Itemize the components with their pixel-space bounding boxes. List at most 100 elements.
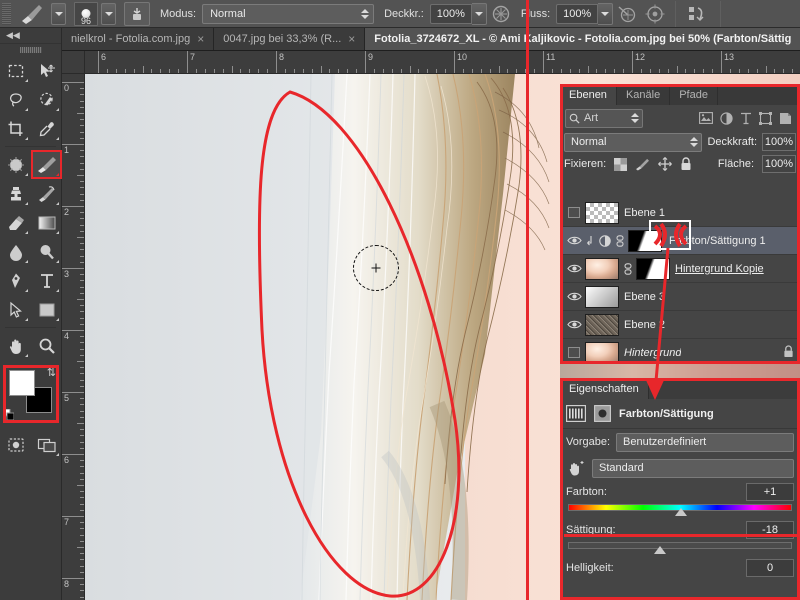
layer-mask-thumbnail[interactable] <box>628 229 662 252</box>
ruler-v-minor-tick <box>80 491 84 493</box>
saturation-slider-track[interactable] <box>568 541 792 555</box>
brush-size-preview[interactable]: 96 <box>74 1 98 26</box>
table-row[interactable]: Ebene 2 <box>560 311 800 339</box>
tab-ebenen[interactable]: Ebenen <box>560 85 617 105</box>
options-bar-grip[interactable] <box>2 2 11 25</box>
preset-select[interactable]: Benutzerdefiniert <box>616 432 794 452</box>
tab-pfade[interactable]: Pfade <box>670 85 718 105</box>
rectangle-tool[interactable] <box>31 295 62 324</box>
fill-input[interactable]: 100% <box>762 155 796 173</box>
layer-thumbnail[interactable] <box>585 285 619 308</box>
lightness-value-input[interactable]: 0 <box>746 559 794 577</box>
layer-thumbnail[interactable] <box>585 257 619 280</box>
flow-slider-dropdown[interactable] <box>598 2 614 25</box>
hue-slider-knob[interactable] <box>675 508 688 516</box>
document-tab-1[interactable]: 0047.jpg bei 33,3% (R... × <box>214 28 366 50</box>
symmetry-icon[interactable] <box>685 3 711 25</box>
history-brush-tool[interactable] <box>31 179 62 208</box>
layer-visibility-toggle[interactable] <box>563 235 585 246</box>
layer-visibility-toggle[interactable] <box>563 263 585 274</box>
gradient-tool[interactable] <box>31 208 62 237</box>
document-tab-0[interactable]: nielkrol - Fotolia.com.jpg × <box>62 28 215 50</box>
table-row[interactable]: Hintergrund Kopie <box>560 255 800 283</box>
brush-preset-dropdown[interactable] <box>51 2 66 25</box>
path-selection-tool[interactable] <box>0 295 31 324</box>
pressure-opacity-icon[interactable] <box>490 3 512 25</box>
mask-icon[interactable] <box>594 405 611 422</box>
eraser-tool[interactable] <box>0 208 31 237</box>
blur-tool[interactable] <box>0 237 31 266</box>
layer-visibility-toggle[interactable] <box>563 291 585 302</box>
zoom-tool[interactable] <box>31 331 62 360</box>
blend-mode-select[interactable]: Normal <box>202 3 375 24</box>
layer-thumbnail[interactable] <box>585 341 619 364</box>
layer-filter-select[interactable]: Art <box>565 108 643 128</box>
table-row[interactable]: Hintergrund <box>560 339 800 367</box>
opacity-input[interactable]: 100% <box>429 3 472 24</box>
lock-image-pixels-icon[interactable] <box>635 158 650 171</box>
table-row[interactable]: Farbton/Sättigung 1 <box>560 227 800 255</box>
table-row[interactable]: Ebene 3 <box>560 283 800 311</box>
close-icon[interactable]: × <box>348 33 355 45</box>
layer-visibility-toggle[interactable] <box>563 207 585 218</box>
hand-tool[interactable] <box>0 331 31 360</box>
layers-blend-mode-select[interactable]: Normal <box>564 132 703 152</box>
clone-stamp-tool[interactable] <box>0 179 31 208</box>
pen-tool[interactable] <box>0 266 31 295</box>
smart-object-filter-icon[interactable] <box>779 112 792 125</box>
lock-all-icon[interactable] <box>680 157 692 171</box>
vertical-ruler[interactable]: 0 1 2 3 4 5 6 7 8 <box>62 74 85 600</box>
layer-thumbnail[interactable] <box>585 313 619 336</box>
hue-slider-track[interactable] <box>568 503 792 517</box>
adjustment-layer-icon[interactable] <box>599 234 611 247</box>
brush-tool-icon[interactable] <box>13 2 51 26</box>
flow-input[interactable]: 100% <box>556 3 599 24</box>
link-mask-icon[interactable] <box>624 262 632 275</box>
saturation-value-input[interactable]: -18 <box>746 521 794 539</box>
table-row[interactable]: Ebene 1 <box>560 199 800 227</box>
move-tool[interactable] <box>31 56 62 85</box>
rectangular-marquee-tool[interactable] <box>0 56 31 85</box>
ruler-v-minor-tick <box>80 261 84 263</box>
layer-thumbnail[interactable] <box>585 201 619 224</box>
lock-position-icon[interactable] <box>658 157 673 171</box>
link-mask-icon[interactable] <box>616 234 624 247</box>
quick-mask-toggle[interactable] <box>0 430 31 459</box>
layer-visibility-toggle[interactable] <box>563 319 585 330</box>
horizontal-ruler[interactable]: 6 7 8 9 10 11 12 13 <box>85 51 800 74</box>
collapse-panel-icon[interactable]: ◀◀ <box>0 28 61 44</box>
crop-tool[interactable] <box>0 114 31 143</box>
tab-kanaele[interactable]: Kanäle <box>617 85 671 105</box>
horizontal-type-tool[interactable] <box>31 266 62 295</box>
ruler-corner[interactable] <box>62 51 85 74</box>
dodge-tool[interactable] <box>31 237 62 266</box>
tools-panel-grip[interactable] <box>0 44 61 56</box>
channel-select[interactable]: Standard <box>592 458 794 478</box>
brush-panel-dropdown[interactable] <box>101 2 116 25</box>
saturation-slider-knob[interactable] <box>653 546 666 554</box>
tab-eigenschaften[interactable]: Eigenschaften <box>560 379 649 399</box>
type-layer-filter-icon[interactable] <box>740 112 752 125</box>
shape-layer-filter-icon[interactable] <box>759 111 772 125</box>
document-tab-2[interactable]: Fotolia_3724672_XL - © Ami Kaljikovic - … <box>365 28 800 50</box>
lasso-tool[interactable] <box>0 85 31 114</box>
screen-mode-toggle[interactable] <box>31 430 62 459</box>
smoothing-icon[interactable] <box>644 3 666 25</box>
pixel-layer-filter-icon[interactable] <box>699 112 713 124</box>
airbrush-icon[interactable] <box>616 3 638 25</box>
tablet-pressure-icon[interactable] <box>124 1 150 26</box>
brush-tool[interactable] <box>31 150 62 179</box>
layer-visibility-toggle[interactable] <box>563 347 585 358</box>
spot-healing-brush-tool[interactable] <box>0 150 31 179</box>
quick-selection-tool[interactable] <box>31 85 62 114</box>
lock-transparency-icon[interactable] <box>614 157 628 171</box>
on-image-adjust-icon[interactable] <box>566 460 584 477</box>
layer-mask-thumbnail[interactable] <box>636 257 670 280</box>
adjustment-layer-filter-icon[interactable] <box>720 111 733 125</box>
eyedropper-tool[interactable] <box>31 114 62 143</box>
opacity-slider-dropdown[interactable] <box>471 2 487 25</box>
hue-saturation-icon[interactable] <box>566 405 586 422</box>
hue-value-input[interactable]: +1 <box>746 483 794 501</box>
layers-opacity-input[interactable]: 100% <box>762 133 796 151</box>
close-icon[interactable]: × <box>197 33 204 45</box>
